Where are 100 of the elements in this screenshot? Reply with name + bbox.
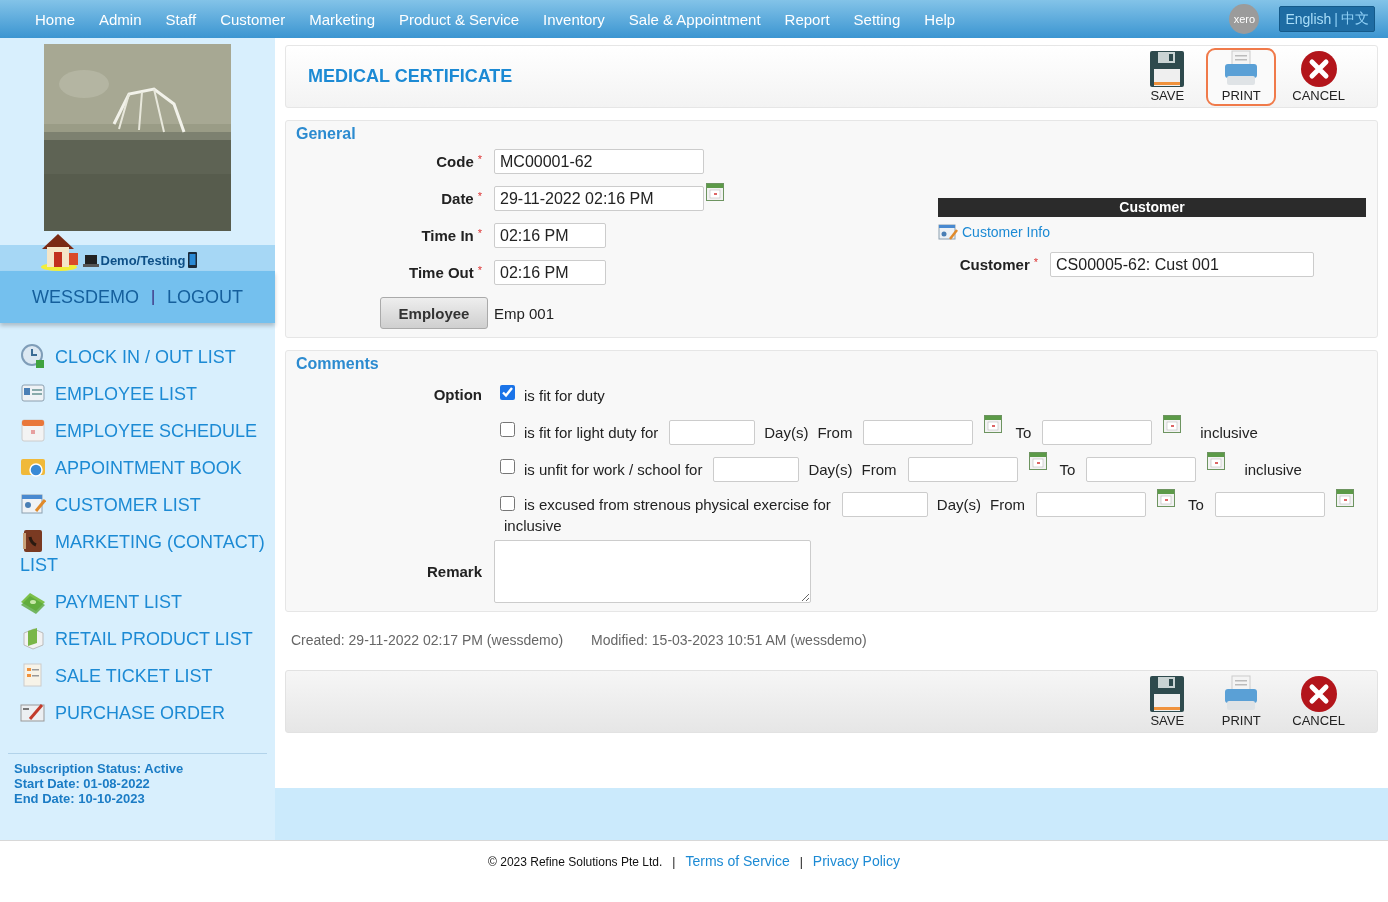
sidebar-item[interactable]: PURCHASE ORDER (20, 699, 275, 725)
copyright-text: © 2023 Refine Solutions Pte Ltd. (488, 855, 663, 869)
sidebar-item[interactable]: APPOINTMENT BOOK (20, 454, 275, 480)
input-field[interactable] (841, 492, 928, 517)
unit-label: Day(s) (808, 460, 853, 478)
employee-button[interactable]: Employee (380, 297, 488, 329)
clock-icon (20, 343, 46, 369)
input-field[interactable]: 02:16 PM (494, 260, 606, 285)
page-title: MEDICAL CERTIFICATE (308, 65, 513, 87)
date-field[interactable] (863, 419, 974, 445)
field-label: Remark (426, 563, 482, 580)
sidebar-item[interactable]: EMPLOYEE LIST (20, 380, 275, 406)
nav-link[interactable]: Marketing (297, 10, 388, 28)
phone-icon (187, 252, 197, 268)
sidebar-item[interactable]: CUSTOMER LIST (20, 491, 275, 517)
language-link[interactable]: English (1285, 11, 1332, 27)
calendar-icon (20, 417, 46, 443)
section-title: Comments (296, 354, 380, 373)
from-label: From (861, 460, 897, 478)
input-field[interactable]: 02:16 PM (494, 223, 606, 248)
to-label: To (1059, 460, 1076, 478)
calendar-icon[interactable] (1335, 489, 1354, 507)
to-label: To (1187, 496, 1204, 513)
printer-icon (1223, 50, 1260, 88)
customer-heading: Customer (938, 198, 1366, 217)
nav-link[interactable]: Customer (208, 10, 298, 28)
language-link[interactable]: 中文 (1341, 10, 1369, 28)
subscription-text: Start Date: 01-08-2022 (14, 776, 151, 791)
username-link[interactable]: WESSDEMO (31, 286, 139, 308)
unit-label: Day(s) (936, 496, 981, 513)
print-button[interactable]: PRINT (1206, 673, 1277, 731)
checkbox[interactable] (500, 422, 515, 437)
xero-badge[interactable]: xero (1229, 4, 1260, 34)
inclusive-text: inclusive (1244, 460, 1302, 478)
calendar-icon[interactable] (984, 415, 1003, 433)
inclusive-text: inclusive (1200, 423, 1258, 441)
calendar-icon[interactable] (1028, 452, 1047, 470)
input-field[interactable]: MC00001-62 (494, 149, 704, 174)
from-label: From (817, 423, 853, 441)
sidebar-item[interactable]: RETAIL PRODUCT LIST (20, 625, 275, 651)
remark-field[interactable] (494, 540, 811, 603)
date-field[interactable] (907, 456, 1018, 482)
separator-text: | (1334, 11, 1338, 27)
nav-link[interactable]: Inventory (531, 10, 617, 28)
checkbox[interactable] (500, 459, 515, 474)
input-field[interactable]: CS00005-62: Cust 001 (1050, 252, 1314, 277)
date-field[interactable] (1042, 419, 1153, 445)
employee-value: Emp 001 (494, 304, 556, 322)
nav-link[interactable]: Home (23, 10, 87, 28)
required-mark: * (1033, 256, 1038, 268)
nav-link[interactable]: Product & Service (387, 10, 532, 28)
customer-info-link[interactable]: Customer Info (938, 224, 1366, 240)
date-field[interactable] (1086, 456, 1197, 482)
nav-link[interactable]: Help (912, 10, 968, 28)
required-mark: * (477, 264, 482, 276)
to-label: To (1015, 423, 1032, 441)
cancel-button[interactable]: CANCEL (1280, 48, 1357, 106)
input-field[interactable]: 29-11-2022 02:16 PM (494, 186, 704, 211)
nav-link[interactable]: Report (772, 10, 842, 28)
separator-text: | (799, 855, 803, 869)
checkbox[interactable] (500, 496, 515, 511)
nav-link[interactable]: Admin (87, 10, 154, 28)
cancel-button[interactable]: CANCEL (1280, 673, 1357, 731)
nav-link[interactable]: Setting (841, 10, 913, 28)
contact-card-icon (20, 491, 46, 517)
calendar-icon[interactable] (706, 183, 724, 201)
save-button[interactable]: SAVE (1132, 673, 1203, 731)
input-field[interactable] (713, 456, 800, 482)
footer-link[interactable]: Terms of Service (685, 853, 790, 869)
sidebar-item[interactable]: EMPLOYEE SCHEDULE (20, 417, 275, 443)
logout-link[interactable]: LOGOUT (167, 286, 244, 308)
required-mark: * (477, 227, 482, 239)
sidebar-item[interactable]: SALE TICKET LIST (20, 662, 275, 688)
box-icon (20, 625, 46, 651)
date-field[interactable] (1035, 492, 1146, 517)
option-label: is unfit for work / school for (524, 460, 703, 478)
calendar-icon[interactable] (1156, 489, 1175, 507)
subscription-text: End Date: 10-10-2023 (14, 791, 146, 806)
field-label: Time In (421, 227, 474, 244)
sidebar-item[interactable]: CLOCK IN / OUT LIST (20, 343, 275, 369)
company-name: Demo/Testing (100, 253, 186, 270)
created-text: Created: 29-11-2022 02:17 PM (wessdemo) (291, 632, 564, 648)
nav-link[interactable]: Sale & Appointment (616, 10, 773, 28)
printer-icon (1223, 675, 1260, 713)
nav-link[interactable]: Staff (153, 10, 209, 28)
required-mark: * (477, 190, 482, 202)
field-label: Customer (959, 256, 1030, 273)
footer-link[interactable]: Privacy Policy (812, 853, 900, 869)
calendar-icon[interactable] (1163, 415, 1182, 433)
calendar-icon[interactable] (1207, 452, 1226, 470)
checkbox[interactable] (500, 385, 515, 400)
date-field[interactable] (1214, 492, 1325, 517)
input-field[interactable] (669, 419, 756, 445)
print-button[interactable]: PRINT (1206, 48, 1277, 106)
sidebar-item[interactable]: MARKETING (CONTACT) LIST (20, 528, 275, 577)
laptop-icon (82, 255, 99, 267)
close-icon (1299, 675, 1338, 713)
house-icon[interactable] (38, 231, 81, 271)
sidebar-item[interactable]: PAYMENT LIST (20, 588, 275, 614)
save-button[interactable]: SAVE (1132, 48, 1203, 106)
